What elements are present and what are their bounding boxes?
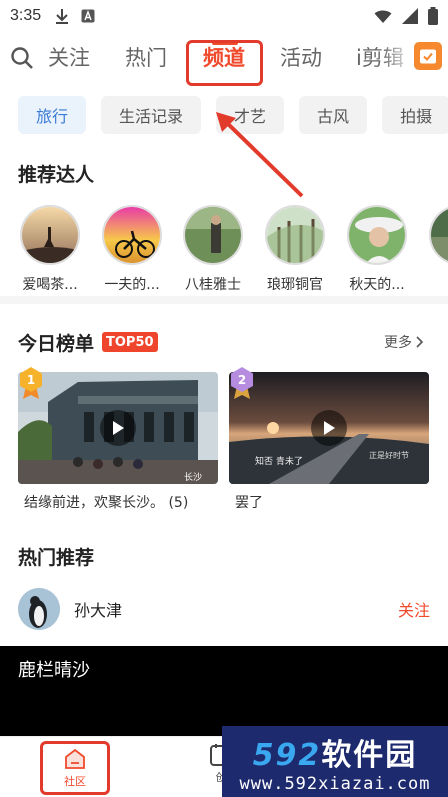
watermark-prefix: 592 — [252, 737, 322, 773]
tab-hot[interactable]: 热门 — [125, 42, 167, 72]
hot-video-title: 鹿栏晴沙 — [18, 660, 90, 681]
video-overlay-text-2: 正是好时节 — [369, 451, 409, 460]
tab-community-label: 社区 — [64, 775, 86, 788]
tab-activity[interactable]: 活动 — [280, 42, 322, 72]
tab-highlight-annotation — [186, 40, 263, 86]
ranking-caption-2[interactable]: 罢了 — [235, 492, 263, 512]
search-icon[interactable] — [10, 46, 34, 70]
creator-name: 爱喝茶... — [22, 277, 78, 293]
ranking-caption-1[interactable]: 结缘前进，欢聚长沙。 (5) — [24, 492, 188, 512]
battery-icon — [428, 7, 438, 25]
video-overlay-text: 知否 青未了 — [255, 457, 303, 467]
more-link[interactable]: 更多 — [384, 332, 424, 352]
purple-medal-icon: 2 — [231, 367, 253, 399]
rank-medal-silver: 2 — [228, 366, 256, 400]
hot-user-row: 孙大津 关注 — [18, 588, 430, 630]
creator-name: 琅琊铜官 — [267, 277, 323, 293]
tab-community[interactable]: 社区 — [40, 741, 110, 795]
rank-medal-gold: 1 — [17, 366, 45, 400]
recommended-creators-title: 推荐达人 — [18, 164, 95, 186]
avatar — [429, 205, 448, 265]
avatar — [183, 205, 243, 265]
calendar-checkin-button[interactable] — [414, 42, 442, 70]
chip-shooting[interactable]: 拍摄 — [382, 96, 448, 134]
download-icon — [56, 9, 69, 24]
status-time: 3:35 — [10, 7, 42, 24]
hot-user-name[interactable]: 孙大津 — [74, 597, 122, 621]
more-link-label: 更多 — [384, 335, 412, 351]
creator-item[interactable]: 八桂雅士 — [181, 205, 245, 294]
play-icon — [113, 421, 124, 435]
play-button[interactable] — [311, 410, 347, 446]
status-notifications — [55, 8, 95, 24]
top50-badge: TOP50 — [102, 332, 158, 352]
rank-number: 1 — [27, 373, 35, 387]
nav-fade — [380, 38, 416, 78]
creator-item[interactable]: 德 — [427, 205, 448, 294]
creator-name: 八桂雅士 — [185, 277, 241, 293]
creator-name: 德 — [427, 274, 448, 294]
status-system-icons — [374, 7, 438, 25]
ranking-video-card-1[interactable]: 长沙 — [18, 372, 218, 484]
wifi-icon — [374, 10, 392, 23]
watermark-url: www.592xiazai.com — [239, 773, 431, 794]
creators-list: 爱喝茶... 一夫的... 八桂雅士 琅琊铜官 秋天的... 德 — [18, 205, 448, 295]
creator-item[interactable]: 一夫的... — [100, 205, 164, 294]
creator-item[interactable]: 爱喝茶... — [18, 205, 82, 294]
arrow-annotation-icon — [216, 112, 304, 198]
play-button[interactable] — [100, 410, 136, 446]
chevron-right-icon — [416, 336, 424, 348]
avatar — [20, 205, 80, 265]
avatar — [347, 205, 407, 265]
hot-video-player[interactable]: 鹿栏晴沙 — [0, 646, 448, 736]
community-icon — [65, 748, 85, 769]
play-icon — [324, 421, 335, 435]
watermark-suffix: 软件园 — [321, 737, 418, 773]
tab-follow[interactable]: 关注 — [48, 42, 90, 72]
status-bar: 3:35 — [0, 0, 448, 32]
app-a-icon — [81, 9, 95, 23]
gold-medal-icon: 1 — [20, 367, 42, 399]
follow-button[interactable]: 关注 — [398, 597, 430, 621]
rank-number: 2 — [238, 373, 246, 387]
chip-life-record[interactable]: 生活记录 — [101, 96, 202, 134]
calendar-check-icon — [420, 49, 436, 64]
section-divider — [0, 296, 448, 304]
avatar — [265, 205, 325, 265]
creator-name: 秋天的... — [349, 277, 405, 293]
avatar — [102, 205, 162, 265]
daily-ranking-title: 今日榜单 — [18, 333, 95, 355]
watermark-logo: 592软件园 www.592xiazai.com — [222, 726, 448, 797]
chip-travel[interactable]: 旅行 — [18, 96, 87, 134]
ranking-video-card-2[interactable]: 知否 青未了 正是好时节 — [229, 372, 429, 484]
signal-icon — [402, 8, 418, 24]
video-overlay-text: 长沙 — [184, 473, 203, 483]
avatar[interactable] — [18, 588, 60, 630]
hot-recommend-title: 热门推荐 — [18, 547, 95, 569]
creator-item[interactable]: 秋天的... — [345, 205, 409, 294]
creator-name: 一夫的... — [104, 277, 160, 293]
creator-item[interactable]: 琅琊铜官 — [263, 205, 327, 294]
